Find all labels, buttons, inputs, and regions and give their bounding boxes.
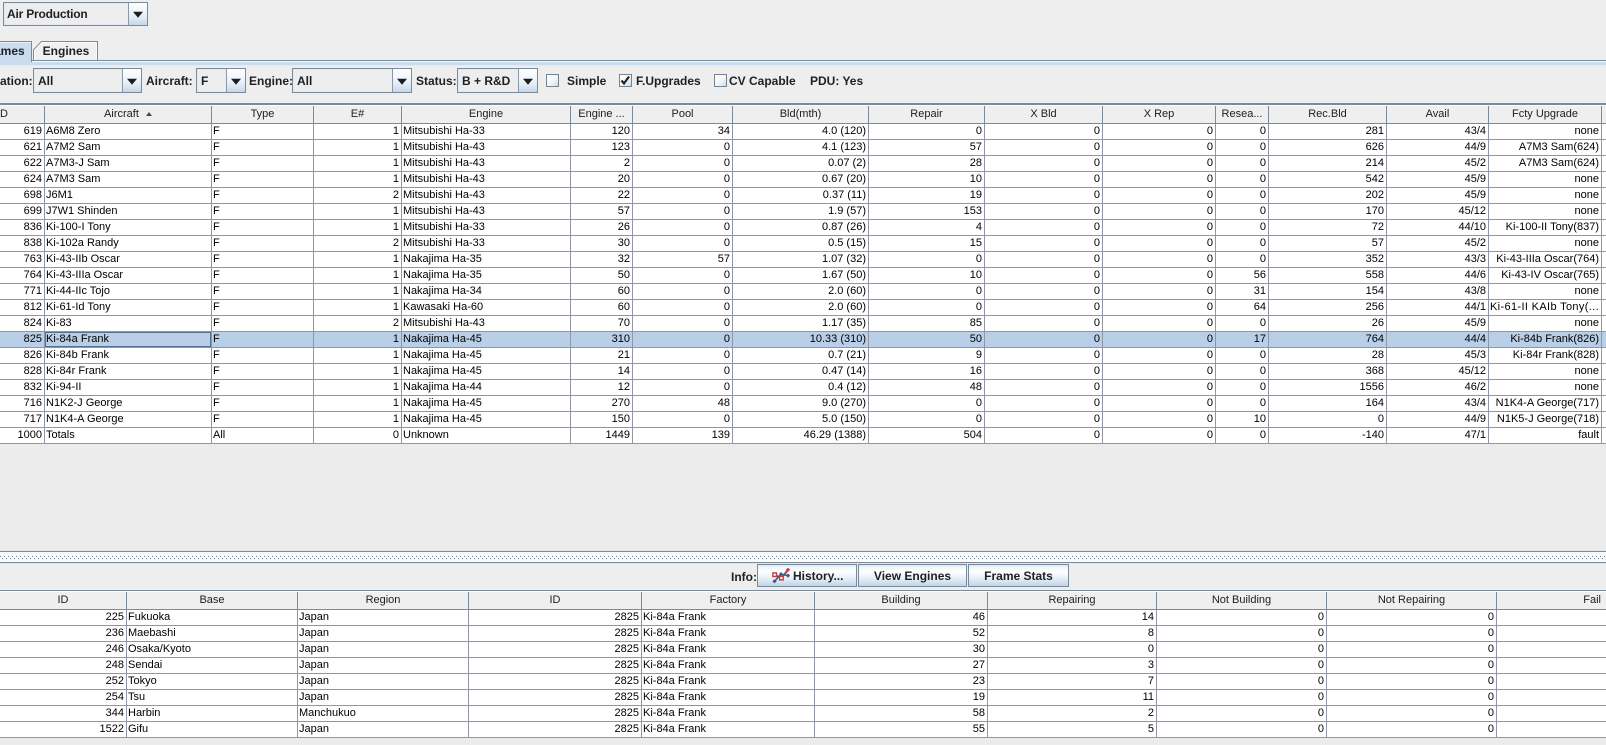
svg-text:Engines: Engines — [43, 44, 90, 58]
